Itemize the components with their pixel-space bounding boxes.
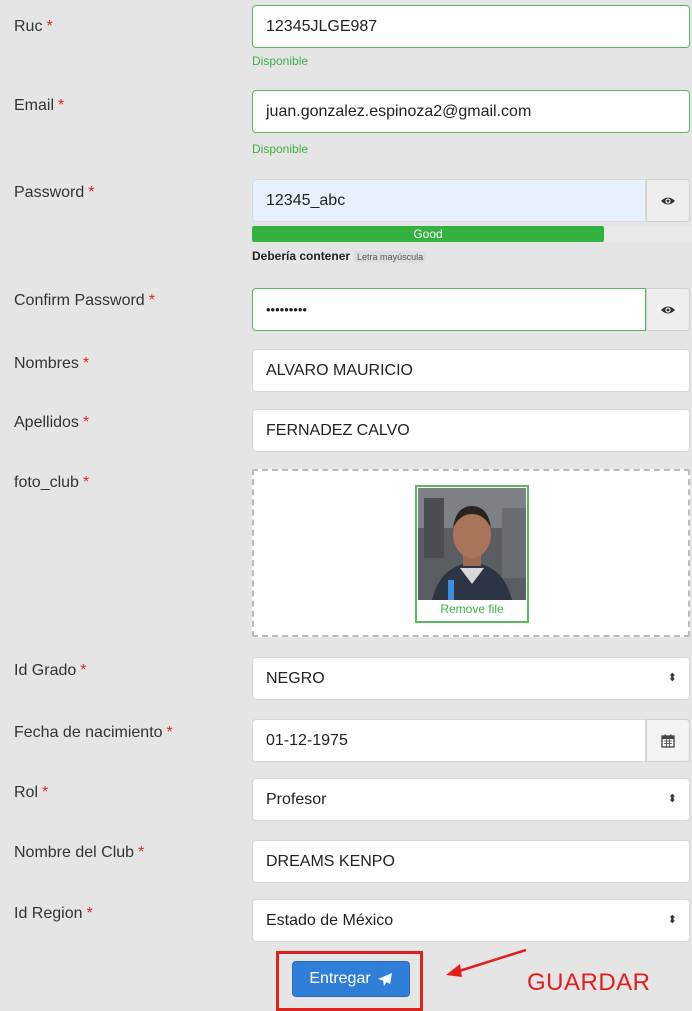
email-input[interactable]: juan.gonzalez.espinoza2@gmail.com (252, 90, 690, 133)
nombres-input[interactable]: ALVARO MAURICIO (252, 349, 690, 392)
password-hint-tag: Letra mayúscula (354, 251, 427, 263)
confirm-password-input[interactable]: ••••••••• (252, 288, 646, 331)
paper-plane-icon (377, 972, 392, 986)
password-toggle-button[interactable] (646, 179, 690, 222)
ruc-label: Ruc * (14, 18, 53, 35)
fecha-nacimiento-label: Fecha de nacimiento * (14, 724, 173, 741)
password-input[interactable]: 12345_abc (252, 179, 646, 222)
nombre-club-input[interactable]: DREAMS KENPO (252, 840, 690, 883)
confirm-password-toggle-button[interactable] (646, 288, 690, 331)
select-arrows-icon: ⬍ (667, 793, 677, 805)
select-arrows-icon: ⬍ (667, 914, 677, 926)
id-grado-label: Id Grado * (14, 662, 87, 679)
remove-file-link[interactable]: Remove file (417, 597, 527, 621)
ruc-status: Disponible (252, 54, 309, 68)
password-strength-meter: Good (252, 226, 692, 242)
rol-label: Rol * (14, 784, 49, 801)
submit-button-label: Entregar (309, 970, 371, 987)
foto-club-label: foto_club * (14, 474, 90, 491)
email-label: Email * (14, 97, 65, 114)
fecha-nacimiento-input[interactable]: 01-12-1975 (252, 719, 646, 762)
select-arrows-icon: ⬍ (667, 672, 677, 684)
submit-button[interactable]: Entregar (292, 961, 410, 997)
eye-icon (661, 197, 675, 204)
annotation-arrow (446, 948, 527, 977)
foto-club-dropzone[interactable]: Remove file (252, 469, 690, 637)
email-status: Disponible (252, 142, 309, 156)
ruc-input[interactable]: 12345JLGE987 (252, 5, 690, 48)
calendar-icon (661, 734, 675, 748)
apellidos-input[interactable]: FERNADEZ CALVO (252, 409, 690, 452)
apellidos-label: Apellidos * (14, 414, 90, 431)
id-region-select[interactable]: Estado de México ⬍ (252, 899, 690, 942)
uploaded-file-preview: Remove file (415, 485, 529, 623)
id-grado-select[interactable]: NEGRO ⬍ (252, 657, 690, 700)
date-picker-button[interactable] (646, 719, 690, 762)
annotation-guardar: GUARDAR (527, 969, 651, 996)
rol-select[interactable]: Profesor ⬍ (252, 778, 690, 821)
nombre-club-label: Nombre del Club * (14, 844, 145, 861)
club-photo (418, 488, 526, 600)
nombres-label: Nombres * (14, 355, 90, 372)
password-label: Password * (14, 184, 95, 201)
eye-icon (661, 306, 675, 313)
id-region-label: Id Region * (14, 905, 93, 922)
confirm-password-label: Confirm Password * (14, 292, 155, 309)
password-hint: Debería contener Letra mayúscula (252, 249, 427, 263)
password-strength-fill: Good (252, 226, 604, 242)
